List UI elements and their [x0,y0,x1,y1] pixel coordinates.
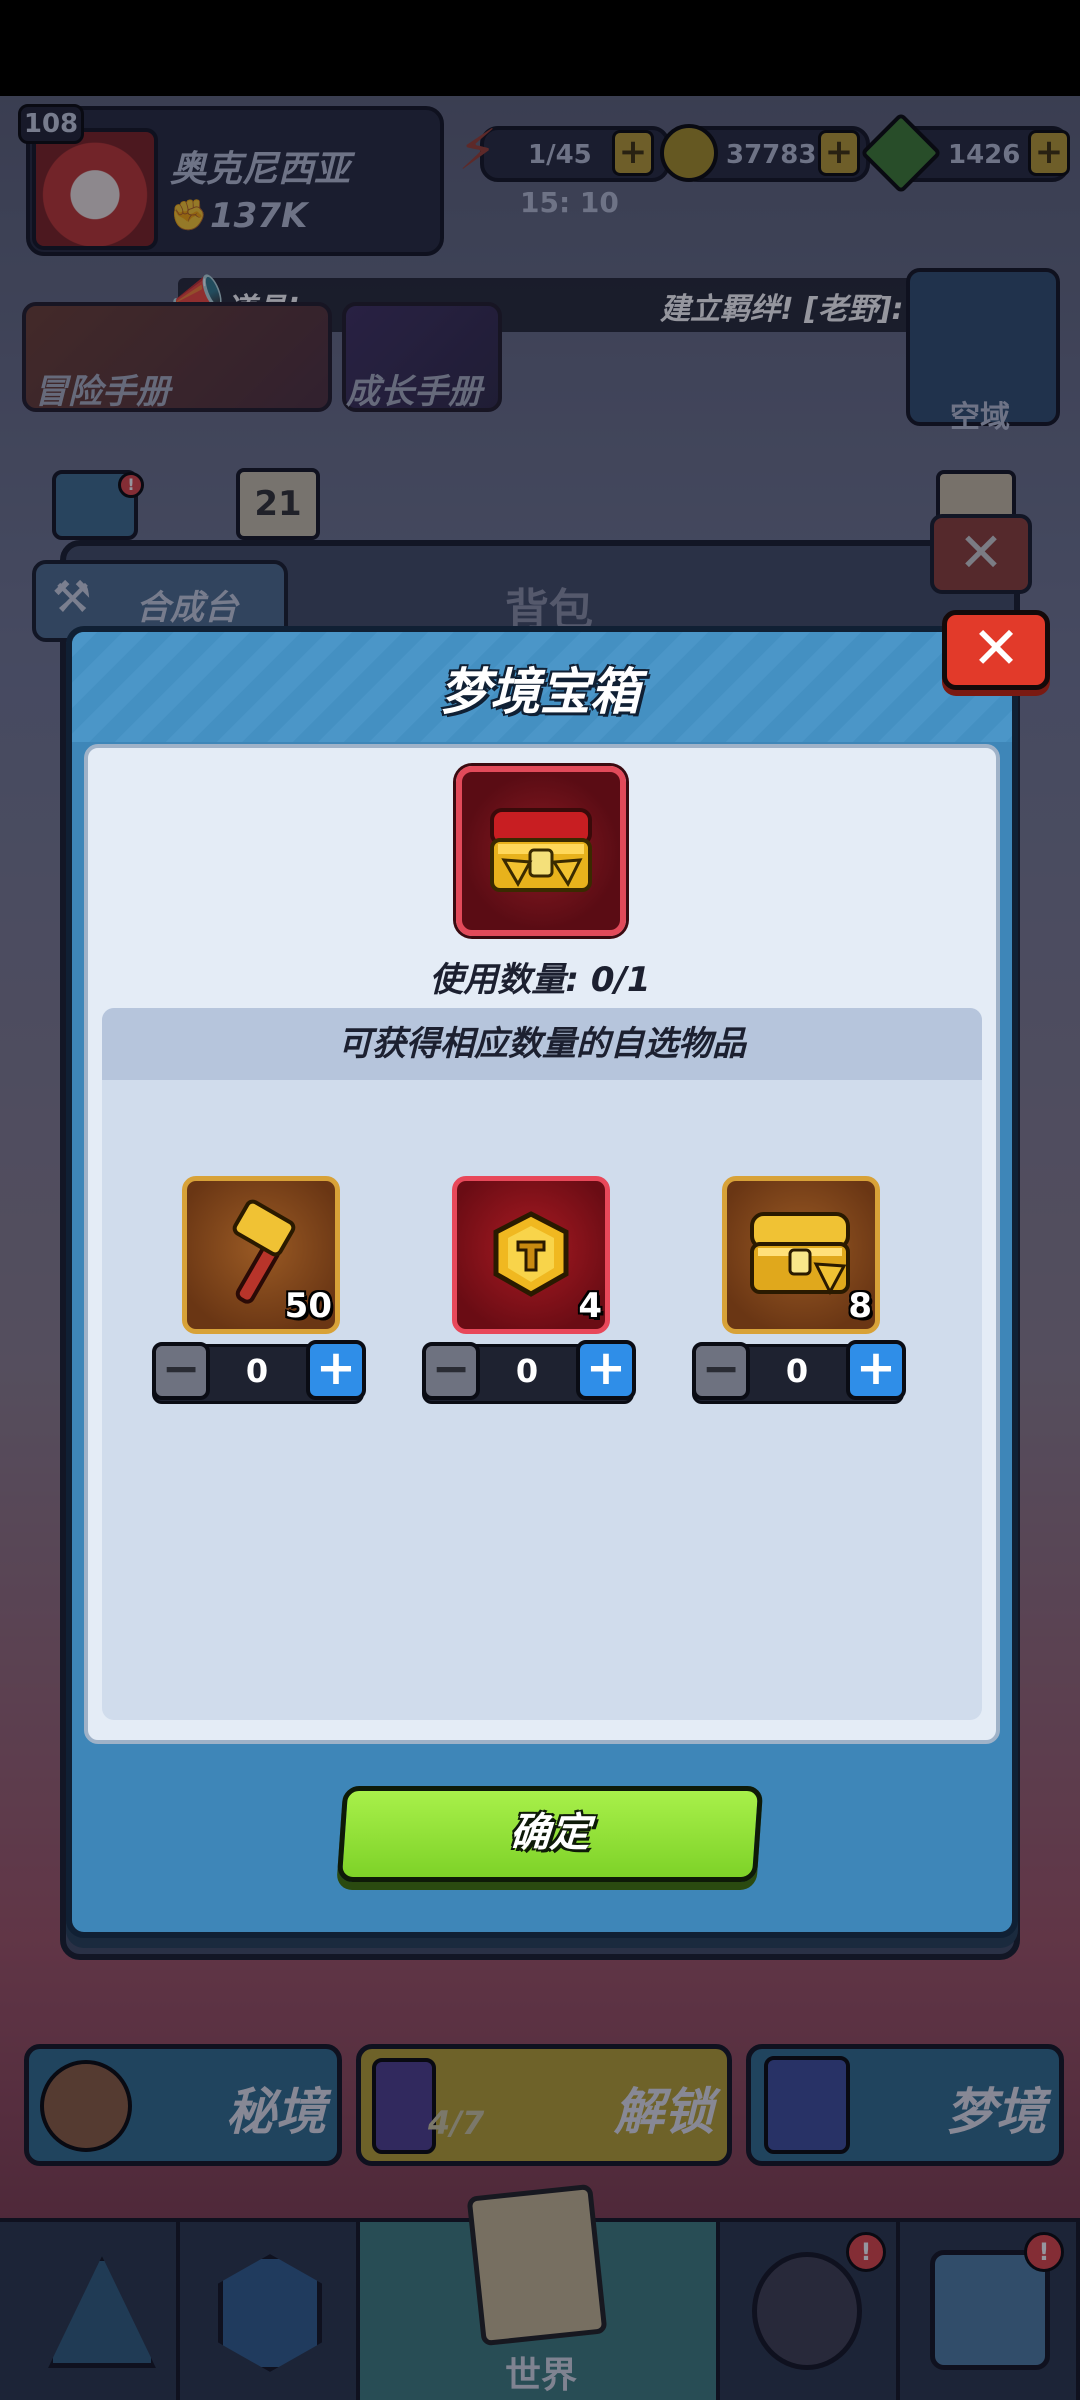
decrease-button[interactable]: − [422,1342,480,1400]
selected-quantity: 0 [785,1352,809,1390]
golden-treasure-chest-icon [490,808,592,892]
selected-quantity: 0 [515,1352,539,1390]
decrease-button[interactable]: − [152,1342,210,1400]
selected-quantity: 0 [245,1352,269,1390]
system-status-bar [0,0,1080,96]
close-button[interactable]: ✕ [942,610,1050,690]
item-quantity: 8 [848,1286,872,1326]
decrease-button[interactable]: − [692,1342,750,1400]
increase-button[interactable]: + [576,1340,636,1400]
increase-button[interactable]: + [846,1340,906,1400]
item-quantity: 4 [578,1286,602,1326]
selectable-items-header: 可获得相应数量的自选物品 [102,1008,982,1080]
use-count: 使用数量: 0/1 [429,960,651,1000]
increase-button[interactable]: + [306,1340,366,1400]
item-quantity: 50 [284,1286,332,1326]
dialog-title: 梦境宝箱 [440,663,640,721]
confirm-button[interactable]: 确定 [336,1786,764,1882]
